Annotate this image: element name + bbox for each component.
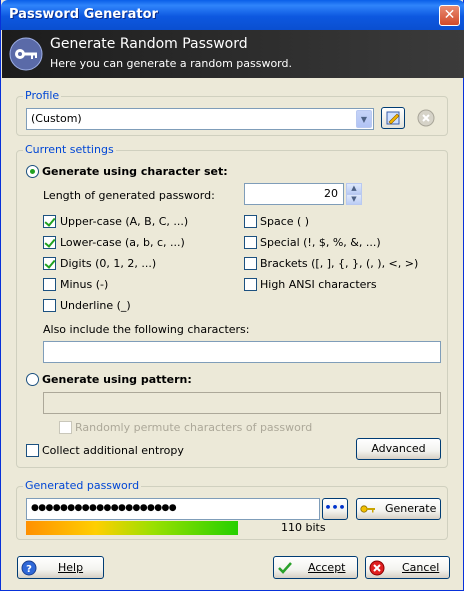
spin-down-icon[interactable]: ▼ (346, 194, 362, 205)
length-spinner[interactable]: ▲ ▼ (346, 183, 362, 205)
help-label: Help (58, 561, 84, 574)
edit-icon (386, 111, 400, 125)
high-ansi-label[interactable]: High ANSI characters (260, 278, 377, 291)
charset-radio-label[interactable]: Generate using character set: (42, 165, 228, 178)
header-banner: Generate Random Password Here you can ge… (2, 30, 464, 78)
length-value: 20 (324, 187, 338, 200)
minus-checkbox[interactable] (43, 278, 56, 291)
uppercase-checkbox[interactable] (43, 215, 56, 228)
generate-label: Generate (385, 502, 437, 515)
length-input[interactable]: 20 (244, 183, 344, 205)
banner-title: Generate Random Password (50, 36, 248, 52)
entropy-label[interactable]: Collect additional entropy (42, 444, 184, 457)
chevron-down-icon[interactable]: ▼ (356, 110, 372, 128)
digits-checkbox[interactable] (43, 257, 56, 270)
delete-icon (417, 109, 435, 127)
generate-key-icon (360, 505, 375, 513)
also-include-label: Also include the following characters: (43, 323, 250, 336)
spin-up-icon[interactable]: ▲ (346, 183, 362, 194)
edit-profile-button[interactable] (381, 107, 405, 129)
close-button[interactable]: ✕ (439, 5, 460, 26)
password-mask: ●●●●●●●●●●●●●●●●●●●● (31, 503, 177, 513)
pattern-input[interactable] (43, 392, 441, 414)
password-generator-window: Password Generator ✕ Generate Random Pas… (0, 0, 464, 591)
digits-label[interactable]: Digits (0, 1, 2, ...) (60, 257, 156, 270)
special-checkbox[interactable] (244, 236, 257, 249)
entropy-checkbox[interactable] (26, 444, 39, 457)
charset-radio[interactable] (26, 165, 39, 178)
high-ansi-checkbox[interactable] (244, 278, 257, 291)
generated-legend: Generated password (23, 479, 142, 492)
special-label[interactable]: Special (!, $, %, &, ...) (260, 236, 381, 249)
brackets-label[interactable]: Brackets ([, ], {, }, (, ), <, >) (260, 257, 418, 270)
svg-text:?: ? (26, 564, 32, 575)
checkmark-icon (278, 562, 292, 574)
settings-legend: Current settings (23, 143, 116, 156)
cancel-label: Cancel (402, 561, 440, 574)
window-title: Password Generator (9, 7, 158, 22)
profile-select[interactable]: (Custom) ▼ (26, 108, 374, 130)
generate-button[interactable]: Generate (356, 498, 441, 520)
help-icon: ? (21, 560, 37, 576)
underline-label[interactable]: Underline (_) (60, 299, 131, 312)
profile-legend: Profile (23, 89, 62, 102)
space-checkbox[interactable] (244, 215, 257, 228)
underline-checkbox[interactable] (43, 299, 56, 312)
space-label[interactable]: Space ( ) (260, 215, 309, 228)
help-button[interactable]: ? Help (17, 556, 104, 579)
minus-label[interactable]: Minus (-) (60, 278, 108, 291)
lowercase-checkbox[interactable] (43, 236, 56, 249)
quality-bar (26, 521, 238, 535)
quality-bits-label: 110 bits (281, 521, 326, 534)
pattern-radio-label[interactable]: Generate using pattern: (42, 373, 192, 386)
toggle-hide-button[interactable]: ••• (322, 498, 348, 520)
cancel-button[interactable]: Cancel (365, 556, 450, 579)
brackets-checkbox[interactable] (244, 257, 257, 270)
pattern-radio[interactable] (26, 373, 39, 386)
also-include-input[interactable] (43, 341, 441, 363)
quality-bar-track (26, 521, 238, 535)
accept-button[interactable]: Accept (273, 556, 358, 579)
delete-profile-button[interactable] (415, 108, 437, 128)
length-label: Length of generated password: (43, 189, 215, 202)
banner-subtitle: Here you can generate a random password. (50, 57, 292, 70)
password-field[interactable]: ●●●●●●●●●●●●●●●●●●●● (26, 498, 320, 520)
lowercase-label[interactable]: Lower-case (a, b, c, ...) (60, 236, 185, 249)
advanced-button[interactable]: Advanced (356, 438, 441, 460)
permute-checkbox[interactable] (59, 421, 72, 434)
uppercase-label[interactable]: Upper-case (A, B, C, ...) (60, 215, 188, 228)
title-bar[interactable]: Password Generator ✕ (1, 0, 464, 30)
key-icon (9, 37, 43, 71)
cancel-icon (369, 560, 385, 576)
permute-label[interactable]: Randomly permute characters of password (75, 421, 312, 434)
accept-label: Accept (308, 561, 346, 574)
profile-select-value: (Custom) (31, 112, 82, 125)
